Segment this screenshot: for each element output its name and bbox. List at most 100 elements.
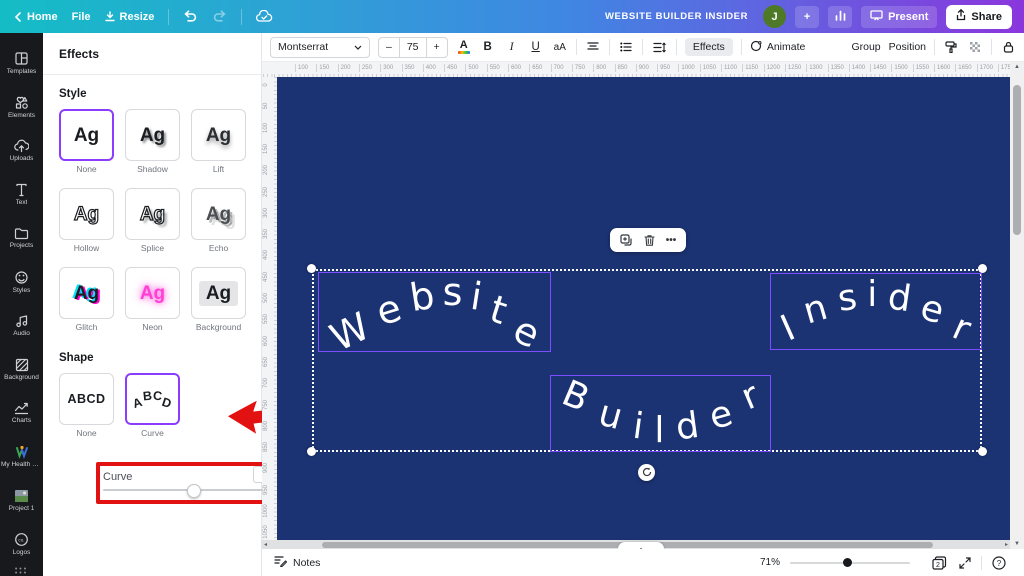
font-selector[interactable]: Montserrat xyxy=(270,37,370,58)
sidebar-item-project-1[interactable]: Project 1 xyxy=(0,479,43,523)
divider xyxy=(741,39,742,55)
font-size-value[interactable]: 75 xyxy=(399,38,427,57)
style-card-shadow[interactable]: Ag xyxy=(125,109,180,161)
underline-button[interactable]: U xyxy=(528,37,544,57)
zoom-slider[interactable] xyxy=(790,562,910,564)
text-element-website[interactable]: Website xyxy=(318,272,551,352)
font-size-decrease[interactable]: – xyxy=(379,38,399,57)
animate-button[interactable]: Animate xyxy=(750,40,806,55)
alignment-icon[interactable] xyxy=(585,37,601,57)
apps-menu-icon[interactable]: •••••• xyxy=(15,568,28,576)
avatar[interactable]: J xyxy=(763,5,786,28)
notes-button[interactable]: Notes xyxy=(274,555,320,570)
help-button[interactable]: ? xyxy=(992,556,1006,570)
sidebar-item-background[interactable]: Background xyxy=(0,347,43,391)
style-option-none: AgNone xyxy=(59,109,114,174)
style-card-hollow[interactable]: Ag xyxy=(59,188,114,240)
style-sample: Ag xyxy=(74,126,99,145)
scroll-left-icon[interactable]: ◂ xyxy=(264,541,267,548)
shape-options: ABCD None ABCDCurve xyxy=(43,373,261,438)
bold-button[interactable]: B xyxy=(480,37,496,57)
shape-card-curve[interactable]: ABCD xyxy=(125,373,180,425)
style-card-background[interactable]: Ag xyxy=(191,267,246,319)
style-option-lift: AgLift xyxy=(191,109,246,174)
font-size-control: – 75 + xyxy=(378,37,448,58)
delete-icon[interactable] xyxy=(644,234,655,247)
zoom-slider-handle[interactable] xyxy=(843,558,852,567)
scroll-down-icon[interactable]: ▼ xyxy=(1014,541,1020,547)
file-menu[interactable]: File xyxy=(72,11,91,23)
divider xyxy=(609,39,610,55)
ruler-mark: 950 xyxy=(262,481,270,499)
scroll-right-icon[interactable]: ▸ xyxy=(1005,541,1008,548)
style-card-glitch[interactable]: Ag xyxy=(59,267,114,319)
shape-card-shape-none[interactable]: ABCD xyxy=(59,373,114,425)
selection-handle-bottom-right[interactable] xyxy=(978,447,987,456)
group-button[interactable]: Group xyxy=(851,41,880,53)
bar-chart-icon xyxy=(835,10,846,24)
position-button[interactable]: Position xyxy=(889,41,926,53)
effects-panel: Effects Style AgNoneAgShadowAgLiftAgHoll… xyxy=(43,33,262,576)
canvas-area: Montserrat – 75 + A B I U aA xyxy=(262,33,1024,576)
ruler-mark: 50 xyxy=(262,97,270,115)
add-member-button[interactable]: + xyxy=(795,6,819,28)
redo-icon[interactable] xyxy=(212,10,227,23)
list-icon[interactable] xyxy=(618,37,634,57)
text-case-button[interactable]: aA xyxy=(552,37,568,57)
selection-handle-top-left[interactable] xyxy=(307,264,316,273)
element-context-toolbar: ••• xyxy=(610,228,686,252)
sidebar-item-charts[interactable]: Charts xyxy=(0,391,43,435)
present-button[interactable]: Present xyxy=(861,6,937,28)
shape-option-curve: ABCDCurve xyxy=(125,373,180,438)
text-element-insider[interactable]: Insider xyxy=(770,273,982,350)
copy-style-icon[interactable] xyxy=(943,37,959,57)
sidebar-item-audio[interactable]: Audio xyxy=(0,304,43,348)
style-card-lift[interactable]: Ag xyxy=(191,109,246,161)
ruler-mark: 150 xyxy=(316,64,329,72)
sidebar-item-projects[interactable]: Projects xyxy=(0,216,43,260)
scroll-up-icon[interactable]: ▲ xyxy=(1014,64,1020,70)
style-card-splice[interactable]: Ag xyxy=(125,188,180,240)
sidebar-item-uploads[interactable]: Uploads xyxy=(0,129,43,173)
sidebar-item-elements[interactable]: Elements xyxy=(0,85,43,129)
style-option-label: Shadow xyxy=(137,164,168,174)
sidebar-item-styles[interactable]: Styles xyxy=(0,260,43,304)
share-button[interactable]: Share xyxy=(946,5,1012,29)
undo-icon[interactable] xyxy=(183,10,198,23)
text-element-builder[interactable]: Builder xyxy=(550,375,771,452)
lock-icon[interactable] xyxy=(1000,37,1016,57)
insights-button[interactable] xyxy=(828,6,852,28)
style-card-echo[interactable]: Ag xyxy=(191,188,246,240)
style-card-none[interactable]: Ag xyxy=(59,109,114,161)
ruler-mark: 850 xyxy=(615,64,628,72)
sidebar-item-text[interactable]: Text xyxy=(0,172,43,216)
italic-button[interactable]: I xyxy=(504,37,520,57)
style-card-neon[interactable]: Ag xyxy=(125,267,180,319)
shape-option-label: None xyxy=(76,428,96,438)
style-option-echo: AgEcho xyxy=(191,188,246,253)
resize-button[interactable]: Resize xyxy=(105,11,155,23)
selection-handle-top-right[interactable] xyxy=(978,264,987,273)
vertical-scroll-thumb[interactable] xyxy=(1013,85,1021,235)
ruler-mark: 300 xyxy=(380,64,393,72)
spacing-icon[interactable] xyxy=(651,37,668,57)
rotate-handle[interactable] xyxy=(638,464,655,481)
sidebar-item-logos[interactable]: co.Logos xyxy=(0,522,43,566)
document-title[interactable]: WEBSITE BUILDER INSIDER xyxy=(605,11,748,22)
more-options-icon[interactable]: ••• xyxy=(666,235,677,246)
effects-button[interactable]: Effects xyxy=(685,38,733,56)
status-bar: Notes 71% 2 ? xyxy=(262,549,1024,576)
ruler-mark: 800 xyxy=(262,417,270,435)
text-color-button[interactable]: A xyxy=(456,37,472,57)
fullscreen-icon[interactable] xyxy=(959,557,971,569)
font-size-increase[interactable]: + xyxy=(427,38,447,57)
sidebar-item-my-health-c[interactable]: My Health C... xyxy=(0,435,43,479)
duplicate-icon[interactable] xyxy=(620,234,633,247)
pages-button[interactable]: 2 xyxy=(932,556,947,570)
selection-handle-bottom-left[interactable] xyxy=(307,447,316,456)
transparency-icon[interactable] xyxy=(967,37,983,57)
ruler-mark: 1450 xyxy=(870,64,886,72)
vertical-scrollbar[interactable]: ▲ ▼ xyxy=(1010,62,1024,549)
home-button[interactable]: Home xyxy=(14,11,58,23)
sidebar-item-templates[interactable]: Templates xyxy=(0,41,43,85)
